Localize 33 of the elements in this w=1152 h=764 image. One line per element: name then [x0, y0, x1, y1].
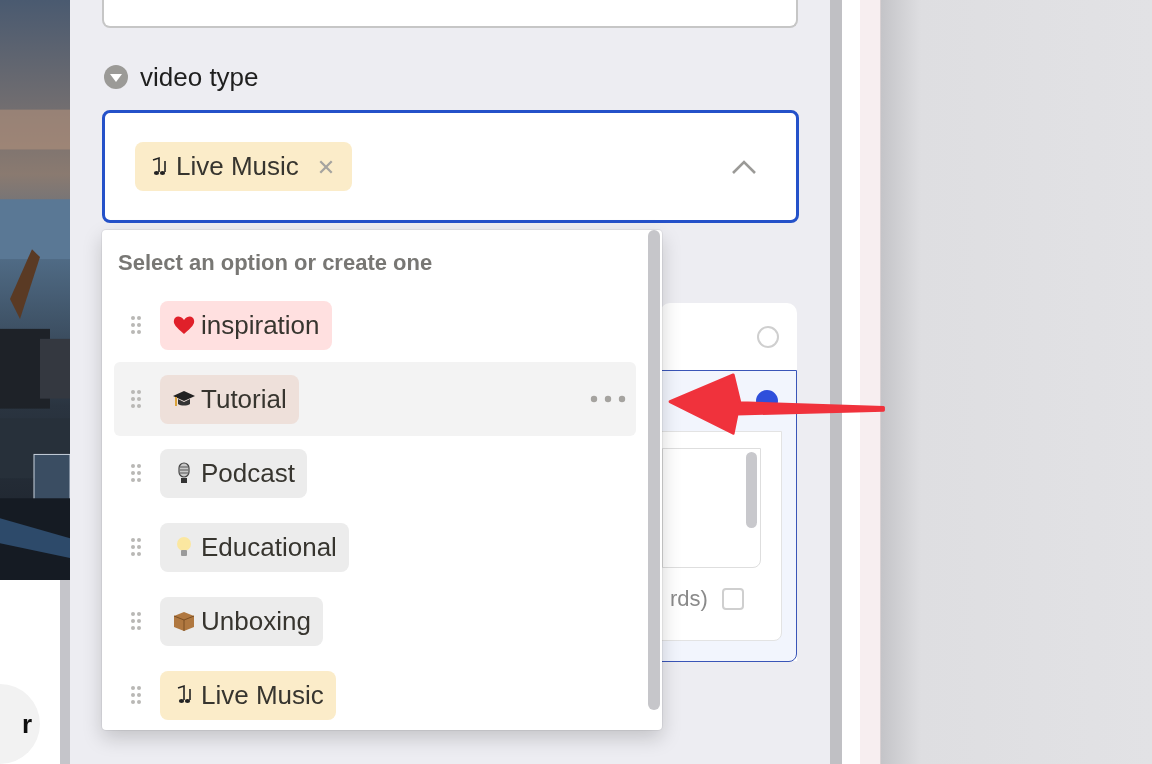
tag-label: inspiration	[201, 309, 320, 341]
caret-icon[interactable]	[104, 65, 128, 89]
drag-handle-icon[interactable]	[130, 389, 142, 409]
box-icon	[172, 609, 196, 633]
tag-label: Unboxing	[201, 605, 311, 637]
tag-label: Live Music	[176, 151, 299, 182]
option-row[interactable]: Unboxing	[114, 584, 636, 658]
checkbox-label: rds)	[670, 586, 708, 612]
drag-handle-icon[interactable]	[130, 537, 142, 557]
drag-handle-icon[interactable]	[130, 685, 142, 705]
drag-handle-icon[interactable]	[130, 463, 142, 483]
tag-label: Tutorial	[201, 383, 287, 415]
select-field[interactable]: Live Music	[102, 110, 799, 223]
tag-label: Live Music	[201, 679, 324, 711]
text-area[interactable]	[662, 448, 761, 568]
checkbox[interactable]	[721, 588, 744, 610]
tag-label: Educational	[201, 531, 337, 563]
round-button[interactable]: r	[0, 684, 40, 764]
option-row[interactable]: Tutorial	[114, 362, 636, 436]
menu-hint: Select an option or create one	[117, 250, 434, 277]
drag-handle-icon[interactable]	[130, 611, 142, 631]
property-label: video type	[140, 61, 259, 93]
chevron-up-icon[interactable]	[732, 159, 756, 174]
close-icon[interactable]	[317, 158, 334, 175]
drag-handle-icon[interactable]	[130, 315, 142, 335]
scrollbar[interactable]	[648, 230, 660, 710]
option-row[interactable]: Educational	[114, 510, 636, 584]
tag-label: Podcast	[201, 457, 295, 489]
option-row[interactable]: Podcast	[114, 436, 636, 510]
option-row[interactable]: Live Music	[114, 658, 636, 732]
option-row[interactable]: inspiration	[114, 288, 636, 362]
more-icon[interactable]	[590, 395, 626, 403]
text-field[interactable]	[102, 0, 798, 28]
